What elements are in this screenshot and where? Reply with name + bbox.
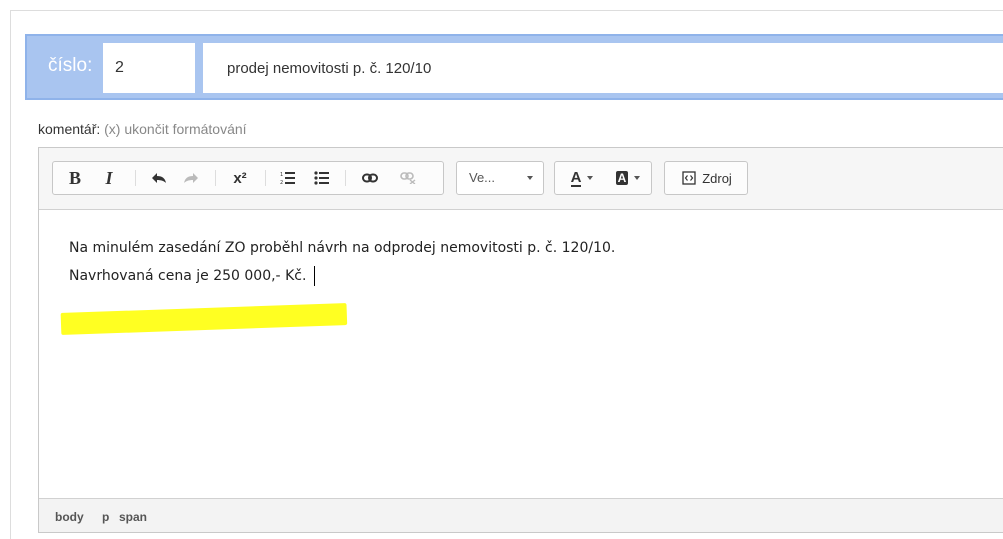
numbered-list-button[interactable]: 1 2 [275, 162, 301, 194]
redo-icon [184, 173, 198, 183]
format-combo-value: Ve... [469, 170, 496, 185]
element-path-bar: body p span [39, 498, 1003, 532]
link-button[interactable] [355, 162, 385, 194]
end-formatting-link[interactable]: (x) ukončit formátování [104, 121, 246, 137]
rich-text-editor: B I x² 1 2 Ve... A A Zdroj Na minulém za… [38, 147, 1003, 533]
text-caret [314, 266, 316, 286]
unlink-button[interactable] [393, 162, 423, 194]
path-item-body[interactable]: body [55, 510, 84, 524]
bold-button[interactable]: B [63, 162, 87, 194]
editor-toolbar: B I x² 1 2 Ve... A A Zdroj [39, 148, 1003, 210]
path-item-span[interactable]: span [119, 510, 147, 524]
toolbar-separator [345, 170, 346, 186]
unlink-icon [400, 172, 416, 184]
background-color-icon: A [615, 171, 629, 185]
format-combo[interactable]: Ve... [456, 161, 544, 195]
source-button[interactable]: Zdroj [665, 162, 749, 194]
toolbar-group-main: B I x² 1 2 [52, 161, 444, 195]
source-icon [682, 171, 696, 185]
svg-text:2: 2 [280, 180, 283, 185]
highlighter-mark [60, 303, 348, 335]
italic-button[interactable]: I [97, 162, 121, 194]
comment-label-row: komentář: (x) ukončit formátování [38, 121, 247, 137]
link-icon [362, 173, 378, 183]
toolbar-separator [135, 170, 136, 186]
toolbar-separator [265, 170, 266, 186]
bulleted-list-button[interactable] [309, 162, 335, 194]
content-line-2-text: Navrhovaná cena je 250 000,- Kč. [69, 268, 307, 284]
toolbar-separator [215, 170, 216, 186]
undo-button[interactable] [145, 162, 173, 194]
path-item-p[interactable]: p [102, 510, 109, 524]
background-color-button[interactable]: A [607, 162, 649, 194]
chevron-down-icon [587, 176, 594, 180]
content-line-2: Navrhovaná cena je 250 000,- Kč. [69, 266, 316, 286]
editor-content[interactable]: Na minulém zasedání ZO proběhl návrh na … [39, 210, 1003, 500]
text-color-button[interactable]: A [561, 162, 603, 194]
title-input[interactable] [203, 43, 1003, 93]
source-label: Zdroj [702, 170, 732, 186]
chevron-down-icon [527, 176, 533, 180]
comment-label: komentář: [38, 121, 101, 137]
toolbar-group-source: Zdroj [664, 161, 748, 195]
bulleted-list-icon [314, 171, 329, 185]
numbered-list-icon: 1 2 [280, 172, 295, 185]
text-color-icon: A [570, 168, 582, 187]
redo-button[interactable] [177, 162, 205, 194]
undo-icon [152, 173, 166, 183]
content-line-1: Na minulém zasedání ZO proběhl návrh na … [69, 240, 616, 256]
toolbar-group-colors: A A [554, 161, 652, 195]
chevron-down-icon [634, 176, 641, 180]
superscript-button[interactable]: x² [225, 162, 255, 194]
svg-text:1: 1 [280, 172, 283, 178]
number-label: číslo: [48, 55, 93, 76]
superscript-icon: x² [233, 169, 247, 187]
number-input[interactable] [103, 43, 195, 93]
